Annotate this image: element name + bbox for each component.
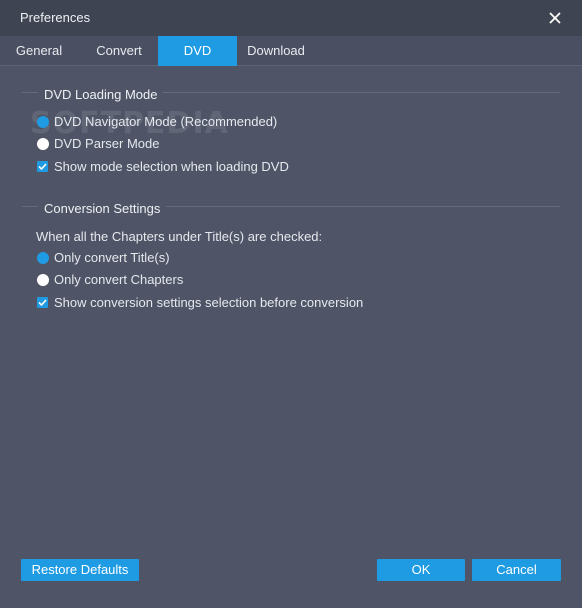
parser-mode-radio[interactable] — [37, 138, 49, 150]
show-conversion-settings-checkbox[interactable] — [37, 297, 48, 308]
only-titles-radio[interactable] — [37, 252, 49, 264]
dvd-loading-title: DVD Loading Mode — [38, 87, 164, 102]
conversion-prompt: When all the Chapters under Title(s) are… — [36, 229, 323, 244]
tab-download[interactable]: Download — [240, 36, 312, 66]
only-chapters-radio[interactable] — [37, 274, 49, 286]
close-icon[interactable] — [543, 6, 567, 30]
checkmark-icon — [38, 163, 47, 171]
navigator-mode-label[interactable]: DVD Navigator Mode (Recommended) — [54, 114, 277, 129]
tab-dvd[interactable]: DVD — [158, 36, 237, 66]
show-mode-selection-label[interactable]: Show mode selection when loading DVD — [54, 159, 289, 174]
checkmark-icon — [38, 299, 47, 307]
tab-bar: General Convert DVD Download — [0, 36, 582, 66]
only-chapters-label[interactable]: Only convert Chapters — [54, 272, 183, 287]
tab-convert[interactable]: Convert — [82, 36, 156, 66]
title-bar: Preferences — [0, 0, 582, 36]
conversion-settings-title: Conversion Settings — [38, 201, 167, 216]
show-mode-selection-checkbox[interactable] — [37, 161, 48, 172]
only-titles-label[interactable]: Only convert Title(s) — [54, 250, 170, 265]
ok-button[interactable]: OK — [377, 559, 465, 581]
cancel-button[interactable]: Cancel — [472, 559, 561, 581]
window-title: Preferences — [20, 10, 91, 25]
navigator-mode-radio[interactable] — [37, 116, 49, 128]
tab-general[interactable]: General — [4, 36, 74, 66]
show-conversion-settings-label[interactable]: Show conversion settings selection befor… — [54, 295, 363, 310]
parser-mode-label[interactable]: DVD Parser Mode — [54, 136, 159, 151]
restore-defaults-button[interactable]: Restore Defaults — [21, 559, 139, 581]
